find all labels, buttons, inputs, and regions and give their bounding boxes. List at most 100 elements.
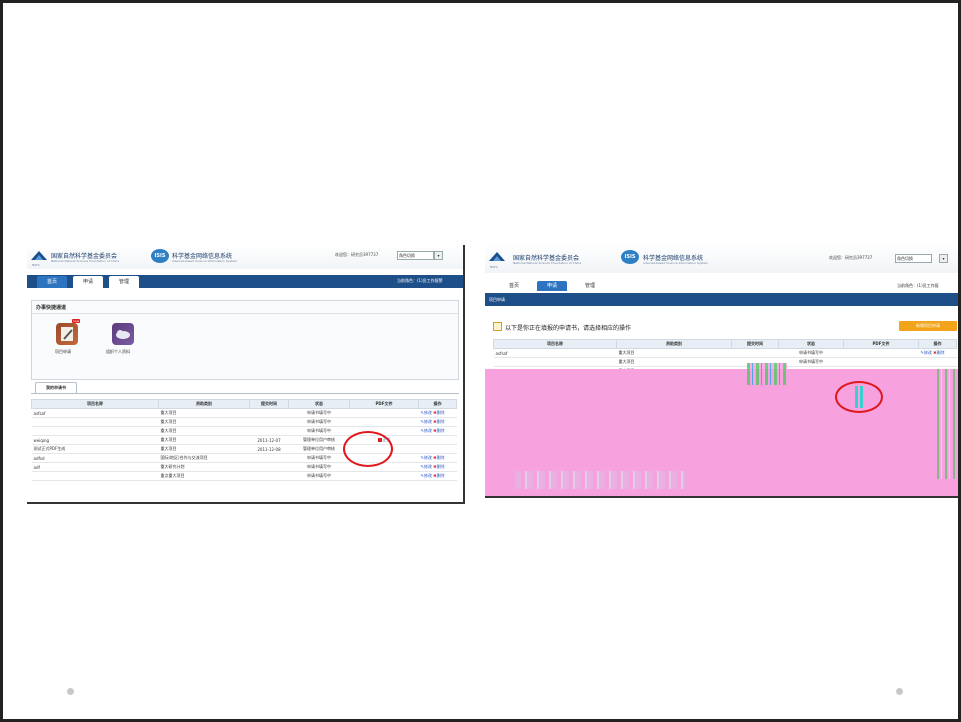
row-time — [249, 426, 289, 436]
row-status: 申请书填写中 — [778, 357, 844, 367]
col-status: 状态 — [288, 399, 350, 409]
edit-link[interactable]: 修改 — [924, 350, 932, 355]
my-applications-tab[interactable]: 我的申请书 — [35, 382, 77, 393]
role-select-arrow-icon[interactable]: ▾ — [434, 251, 443, 260]
delete-link[interactable]: 删除 — [436, 410, 444, 415]
app-label-profile[interactable]: 组织个人资料 — [106, 349, 130, 355]
left-screenshot: NSFC 国家自然科学基金委员会 National Natural Scienc… — [27, 245, 465, 504]
new-application-button[interactable]: 新增项目申请 — [899, 321, 957, 331]
org-subtitle: National Natural Science Foundation of C… — [51, 259, 120, 263]
row-name: adfsd — [31, 453, 159, 463]
row-type: 重大研究计划 — [158, 462, 250, 472]
row-status: 申请书填写中 — [288, 453, 350, 463]
tab-apply[interactable]: 申请 — [537, 281, 567, 291]
slide-bullet-left — [67, 688, 74, 695]
right-screenshot: NSFC 国家自然科学基金委员会 National Natural Scienc… — [485, 243, 958, 498]
delete-link[interactable]: 删除 — [436, 455, 444, 460]
delete-link[interactable]: 删除 — [436, 428, 444, 433]
row-time: 2011-12-08 — [249, 444, 289, 454]
row-ops: ✎修改 ✖删除 — [418, 426, 457, 436]
row-status: 申请书填写中 — [288, 471, 350, 481]
row-name: adf — [31, 462, 159, 472]
row-type: 重大项目 — [158, 435, 250, 445]
table-row: 重大项目 申请书填写中 ✎修改 ✖删除 — [31, 417, 457, 427]
row-type: 重点重大项目 — [158, 471, 250, 481]
role-select-arrow-icon[interactable]: ▾ — [939, 254, 948, 263]
edit-link[interactable]: 修改 — [424, 455, 432, 460]
new-badge: new — [72, 319, 81, 323]
location-text: 当前角色：(1)员工作报 — [897, 283, 939, 288]
row-ops: ✎修改 ✖删除 — [418, 471, 457, 481]
row-pdf — [843, 357, 919, 367]
row-status: 申请书填写中 — [288, 417, 350, 427]
row-status: 管理单位用户审核 — [288, 435, 350, 445]
row-status: 申请书填写中 — [288, 426, 350, 436]
row-pdf — [349, 471, 419, 481]
edit-link[interactable]: 修改 — [424, 419, 432, 424]
tab-manage[interactable]: 管理 — [575, 281, 605, 291]
table-row: 重大项目 申请书填写中 ✎修改 ✖删除 — [31, 426, 457, 436]
glitch-stripes — [937, 369, 955, 479]
row-type: 重大项目 — [616, 348, 732, 358]
tab-home[interactable]: 首页 — [499, 281, 529, 291]
row-status: 申请书填写中 — [288, 462, 350, 472]
edit-link[interactable]: 修改 — [424, 473, 432, 478]
row-time — [249, 453, 289, 463]
table-row: adf 重大研究计划 申请书填写中 ✎修改 ✖删除 — [31, 462, 457, 472]
row-name — [31, 426, 159, 436]
tab-apply[interactable]: 申请 — [73, 276, 103, 288]
row-ops: ✎修改 ✖删除 — [918, 348, 957, 358]
role-select[interactable]: 角色切换 — [397, 251, 434, 260]
col-status: 状态 — [778, 339, 844, 349]
edit-link[interactable]: 修改 — [424, 428, 432, 433]
isis-logo-icon: ISIS — [151, 249, 169, 263]
document-icon — [493, 322, 502, 331]
role-select[interactable]: 角色切换 — [895, 254, 932, 263]
table-row: weiqing 重大项目 2011-12-07 管理单位用户审核 正式 — [31, 435, 457, 445]
tab-manage[interactable]: 管理 — [109, 276, 139, 288]
col-name: 项目名称 — [31, 399, 159, 409]
row-name: 测试正式PDF生成 — [31, 444, 159, 454]
col-pdf: PDF文件 — [349, 399, 419, 409]
nsfc-mark: NSFC — [490, 265, 498, 269]
row-status: 申请书填写中 — [288, 408, 350, 418]
table-row: asfsaf 重大项目 申请书填写中 ✎修改 ✖删除 — [493, 348, 957, 358]
row-name: asfsaf — [31, 408, 159, 418]
delete-link[interactable]: 删除 — [936, 350, 944, 355]
hint-text: 以下是你正在填报的申请书，请选择相应的操作 — [505, 325, 632, 332]
cloud-hand-icon[interactable] — [112, 323, 134, 345]
col-time: 提交时间 — [731, 339, 779, 349]
glitch-stripes — [515, 471, 685, 489]
delete-link[interactable]: 删除 — [436, 419, 444, 424]
system-subtitle: Internet-based Science Information Syste… — [172, 259, 238, 263]
app-label-apply[interactable]: 项目申请 — [55, 349, 71, 355]
row-name: asfsaf — [493, 348, 617, 358]
table-row: 重点重大项目 申请书填写中 ✎修改 ✖删除 — [31, 471, 457, 481]
nsfc-logo-icon — [31, 251, 47, 260]
pencil-notepad-icon[interactable] — [56, 323, 78, 345]
row-status: 申请书填写中 — [778, 348, 844, 358]
slide-bullet-right — [896, 688, 903, 695]
col-name: 项目名称 — [493, 339, 617, 349]
row-ops — [418, 444, 457, 454]
row-type: 重大项目 — [158, 417, 250, 427]
delete-link[interactable]: 删除 — [436, 473, 444, 478]
row-time — [249, 408, 289, 418]
row-type: 重大项目 — [616, 357, 732, 367]
edit-link[interactable]: 修改 — [424, 410, 432, 415]
left-application-table: 项目名称 资助类别 提交时间 状态 PDF文件 操作 asfsaf 重大项目 申请书… — [31, 399, 457, 481]
row-name — [31, 417, 159, 427]
delete-link[interactable]: 删除 — [436, 464, 444, 469]
isis-logo-icon: ISIS — [621, 250, 639, 264]
row-time — [249, 462, 289, 472]
pdf-annotation-ring — [835, 381, 883, 413]
row-ops: ✎修改 ✖删除 — [418, 462, 457, 472]
edit-link[interactable]: 修改 — [424, 464, 432, 469]
tab-home[interactable]: 首页 — [37, 276, 67, 288]
row-time — [731, 348, 779, 358]
nsfc-logo-icon — [489, 252, 505, 261]
row-type: 国际(地区)合作与交流项目 — [158, 453, 250, 463]
row-pdf — [349, 408, 419, 418]
col-ops: 操作 — [418, 399, 457, 409]
row-ops: ✎修改 ✖删除 — [418, 417, 457, 427]
